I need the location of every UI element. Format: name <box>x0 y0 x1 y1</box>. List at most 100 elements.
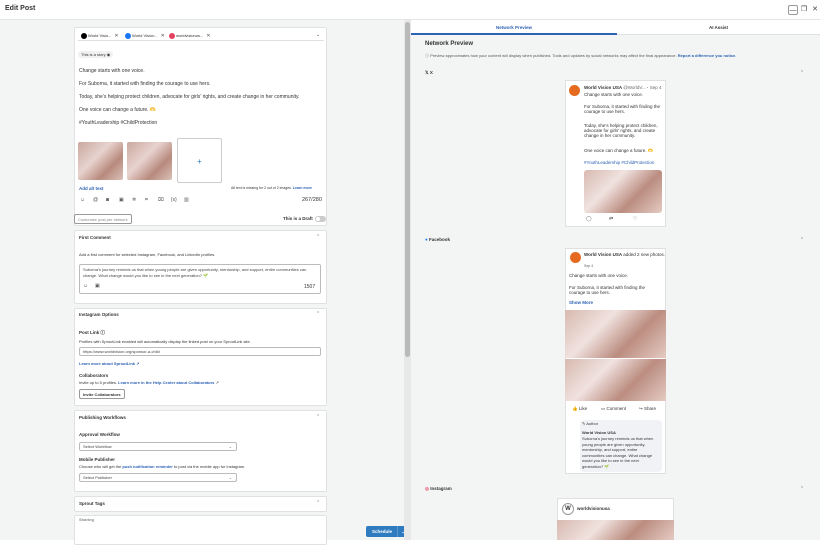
first-comment-count: 1507 <box>304 284 316 290</box>
sharing-header[interactable]: Sharing <box>79 517 94 522</box>
camera-icon[interactable]: ◙ <box>106 197 109 203</box>
profile-selector[interactable]: World Visio... ✕ World Vision... ✕ worldvi… <box>78 31 324 41</box>
instagram-options-header[interactable]: Instagram Options <box>79 312 119 317</box>
emoji-icon[interactable]: ☺ <box>80 197 85 203</box>
customize-label: Customize post per network <box>78 217 128 222</box>
remove-icon[interactable]: ✕ <box>114 33 118 39</box>
x-date: Sep 4 <box>649 85 662 90</box>
mobile-publisher-select[interactable]: Select Publisher ⌄ <box>79 473 237 482</box>
ig-post-image <box>557 520 674 540</box>
schedule-label: Schedule <box>372 529 393 534</box>
gallery-icon[interactable]: ▣ <box>119 197 124 203</box>
tab-network-preview[interactable]: Network Preview <box>411 20 617 35</box>
approval-workflow-label: Approval Workflow <box>79 432 120 437</box>
profile-chip-1[interactable]: World Visio... ✕ <box>81 32 119 40</box>
first-comment-textarea[interactable]: Suborna’s journey reminds us that when y… <box>79 264 321 294</box>
mention-icon[interactable]: @ <box>93 197 98 203</box>
chart-icon[interactable]: ▥ <box>184 197 189 203</box>
emoji-icon[interactable]: ☺ <box>83 283 88 289</box>
mobile-placeholder: Select Publisher <box>83 475 112 480</box>
invite-collaborators-button[interactable]: Invite Collaborators <box>79 389 125 399</box>
fb-added: added 2 new photos. <box>623 252 665 257</box>
tag-icon[interactable]: ⌗ <box>145 197 148 203</box>
story-toggle[interactable]: This is a story ◉ <box>78 51 114 58</box>
profile-chip-2[interactable]: World Vision... ✕ <box>125 32 165 40</box>
compose-scrollbar[interactable] <box>404 20 411 540</box>
fb-line-2: For Suborna, it started with finding the… <box>569 285 646 295</box>
alt-text-notice: Alt text is missing for 2 out of 2 image… <box>231 186 312 190</box>
learn-more-link[interactable]: Learn more <box>293 186 312 190</box>
popout-icon[interactable]: ❐ <box>799 5 809 15</box>
chevron-up-icon[interactable]: ⌃ <box>800 70 804 76</box>
preview-tabs: Network Preview AI Assist <box>411 20 820 35</box>
x-line-5: #YouthLeadership #ChildProtection <box>584 160 655 165</box>
approval-workflow-select[interactable]: Select Workflow ⌄ <box>79 442 237 451</box>
chevron-down-icon[interactable]: ⌄ <box>316 32 320 38</box>
learn-sproutlink-link[interactable]: Learn more about SproutLink ↗ <box>79 361 139 366</box>
lightbulb-icon[interactable]: ✲ <box>132 197 136 203</box>
attached-image-2[interactable] <box>127 142 172 180</box>
minimize-button[interactable]: — <box>788 5 798 15</box>
retweet-icon: ⇄ <box>609 216 614 222</box>
instagram-label: Instagram <box>430 486 452 491</box>
info-icon[interactable]: ⓘ <box>101 330 106 335</box>
chevron-up-icon[interactable]: ⌃ <box>316 500 320 506</box>
fb-share: ↪ Share <box>639 406 656 412</box>
add-media-button[interactable]: + <box>177 138 222 183</box>
first-comment-header[interactable]: First Comment <box>79 235 111 240</box>
scrollbar-thumb[interactable] <box>405 22 410 357</box>
gallery-icon[interactable]: ▣ <box>95 283 100 289</box>
fb-like: 👍 Like <box>572 406 587 412</box>
tab-ai-assist[interactable]: AI Assist <box>617 20 820 35</box>
reply-icon: ◯ <box>586 216 592 222</box>
collaborators-description: Invite up to 5 profiles. Learn more in t… <box>79 380 219 385</box>
facebook-network-row[interactable]: ● Facebook <box>425 237 450 242</box>
mobile-publisher-label: Mobile Publisher <box>79 457 116 462</box>
remove-icon[interactable]: ✕ <box>206 33 210 39</box>
character-count: 267/280 <box>302 197 322 203</box>
instagram-network-row[interactable]: ◎ Instagram <box>425 486 452 492</box>
profile-chip-3[interactable]: worldvisionus... ✕ <box>169 32 211 40</box>
variable-icon[interactable]: {x} <box>171 197 177 203</box>
draft-toggle[interactable] <box>315 216 326 222</box>
post-link-label: Post Link ⓘ <box>79 330 105 336</box>
attached-image-1[interactable] <box>78 142 123 180</box>
chevron-up-icon[interactable]: ⌃ <box>316 414 320 420</box>
push-reminder-link[interactable]: push notification reminder <box>122 464 172 469</box>
first-comment-text: Suborna’s journey reminds us that when y… <box>83 267 307 278</box>
x-line-1: Change starts with one voice. <box>584 92 644 97</box>
schedule-button[interactable]: Schedule ⌄ <box>366 526 408 537</box>
facebook-icon: ● <box>425 237 428 242</box>
post-line-5[interactable]: #YouthLeadership #ChildProtection <box>79 120 157 126</box>
publishing-workflows-header[interactable]: Publishing Workflows <box>79 415 126 420</box>
facebook-label: Facebook <box>428 237 450 242</box>
chevron-down-icon: ⌄ <box>228 475 232 480</box>
chevron-up-icon[interactable]: ⌃ <box>316 234 320 240</box>
chevron-up-icon[interactable]: ⌃ <box>316 311 320 317</box>
chevron-up-icon[interactable]: ⌃ <box>800 486 804 492</box>
collaborators-label: Collaborators <box>79 373 109 378</box>
sprout-tags-header[interactable]: Sprout Tags <box>79 501 105 506</box>
customize-per-network-button[interactable]: Customize post per network <box>74 214 132 224</box>
first-comment-description: Add a first comment for selected Instagr… <box>79 252 216 257</box>
post-line-3[interactable]: Today, she’s helping protect children, a… <box>79 94 300 100</box>
x-line-4: One voice can change a future. 🫶 <box>584 148 654 153</box>
draft-label: This is a Draft <box>283 216 313 221</box>
fb-image-2 <box>565 359 666 401</box>
post-line-1[interactable]: Change starts with one voice. <box>79 68 145 74</box>
add-alt-text-link[interactable]: Add alt text <box>79 186 104 191</box>
chevron-down-icon: ⌄ <box>228 444 232 449</box>
crop-icon[interactable]: ⌧ <box>158 197 164 203</box>
chevron-up-icon[interactable]: ⌃ <box>800 237 804 243</box>
post-line-2[interactable]: For Suborna, it started with finding the… <box>79 81 210 87</box>
x-line-3: Today, she’s helping protect children, a… <box>584 123 658 138</box>
profile-name-2: World Vision... <box>132 33 158 38</box>
mobile-publisher-description: Choose who will get the push notificatio… <box>79 464 245 469</box>
close-icon[interactable]: ✕ <box>810 5 820 15</box>
post-line-4[interactable]: One voice can change a future. 🫶 <box>79 107 156 113</box>
report-difference-link[interactable]: Report a difference you notice. <box>678 53 737 58</box>
x-network-row[interactable]: 𝕏 X <box>425 70 433 76</box>
remove-icon[interactable]: ✕ <box>161 33 165 39</box>
post-link-input[interactable]: https://www.worldvision.org/sponsor-a-ch… <box>79 347 321 356</box>
learn-collab-link[interactable]: Learn more in the Help Center about Coll… <box>118 380 214 385</box>
